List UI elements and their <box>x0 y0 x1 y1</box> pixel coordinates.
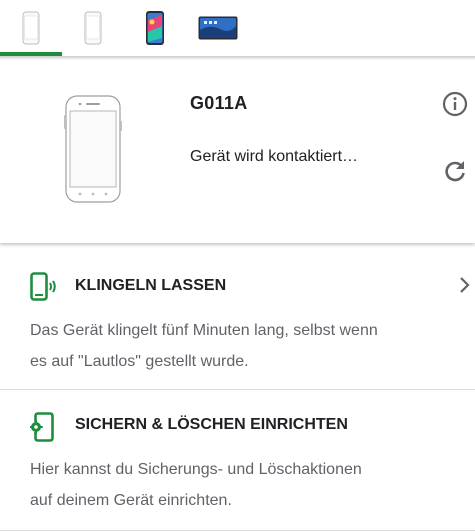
secure-action-title: SICHERN & LÖSCHEN EINRICHTEN <box>75 416 348 433</box>
phone-colorful-icon <box>146 11 164 45</box>
ring-device-action[interactable]: KLINGELN LASSEN Das Gerät klingelt fünf … <box>0 251 475 390</box>
secure-desc-line-1: Hier kannst du Sicherungs- und Löschakti… <box>30 461 362 478</box>
ring-desc-line-1: Das Gerät klingelt fünf Minuten lang, se… <box>30 322 378 339</box>
secure-desc-line-2: auf deinem Gerät einrichten. <box>30 492 232 509</box>
phone-gear-icon <box>29 412 56 442</box>
ring-desc-line-2: es auf "Lautlos" gestellt wurde. <box>30 353 249 370</box>
device-tabs <box>0 0 475 56</box>
refresh-button[interactable] <box>442 158 468 184</box>
device-card: G011A Gerät wird kontaktiert… <box>0 60 475 243</box>
device-tab-2[interactable] <box>62 0 124 56</box>
chevron-right-icon <box>460 277 470 293</box>
ring-action-title: KLINGELN LASSEN <box>75 277 227 294</box>
secure-action-description: Hier kannst du Sicherungs- und Löschakti… <box>30 454 430 516</box>
phone-outline-icon <box>22 11 40 45</box>
device-status: Gerät wird kontaktiert… <box>190 148 359 165</box>
phone-outline-icon <box>84 11 102 45</box>
phone-ring-icon <box>30 272 56 302</box>
device-tab-3[interactable] <box>124 0 186 56</box>
info-button[interactable] <box>441 90 469 118</box>
ring-action-description: Das Gerät klingelt fünf Minuten lang, se… <box>30 315 430 377</box>
info-icon <box>442 91 468 117</box>
device-tab-1[interactable] <box>0 0 62 56</box>
device-name: G011A <box>190 93 248 113</box>
device-tab-4[interactable] <box>186 0 250 56</box>
secure-erase-action[interactable]: SICHERN & LÖSCHEN EINRICHTEN Hier kannst… <box>0 390 475 531</box>
refresh-icon <box>445 161 465 182</box>
tablet-icon <box>198 16 238 40</box>
phone-illustration-icon <box>64 95 122 203</box>
